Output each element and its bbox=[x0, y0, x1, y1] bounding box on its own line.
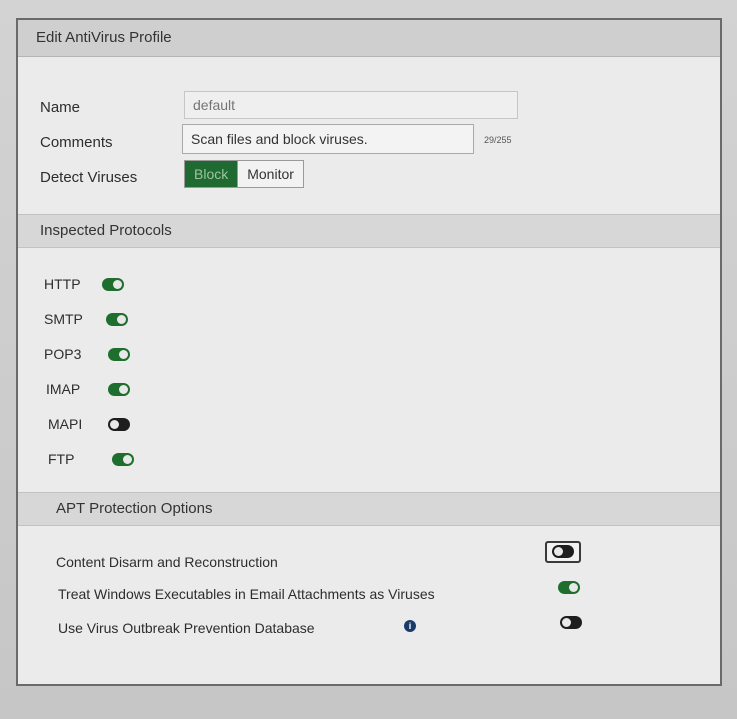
protocol-label-smtp: SMTP bbox=[44, 311, 83, 327]
apt-label-virus-outbreak-prevention: Use Virus Outbreak Prevention Database bbox=[58, 620, 315, 636]
smtp-toggle[interactable] bbox=[106, 313, 128, 326]
inspected-protocols-header: Inspected Protocols bbox=[18, 214, 720, 248]
pop3-toggle[interactable] bbox=[108, 348, 130, 361]
block-button[interactable]: Block bbox=[185, 161, 238, 187]
comments-label: Comments bbox=[40, 134, 113, 151]
name-label: Name bbox=[40, 99, 81, 116]
virus-outbreak-prevention-toggle[interactable] bbox=[560, 616, 582, 629]
apt-label-content-disarm: Content Disarm and Reconstruction bbox=[56, 554, 278, 570]
toggle-knob bbox=[110, 420, 119, 429]
content-disarm-toggle[interactable] bbox=[552, 545, 574, 558]
mapi-toggle[interactable] bbox=[108, 418, 130, 431]
toggle-knob bbox=[119, 385, 128, 394]
info-icon[interactable]: i bbox=[404, 620, 416, 632]
detect-viruses-label: Detect Viruses bbox=[40, 169, 138, 186]
imap-toggle[interactable] bbox=[108, 383, 130, 396]
protocol-label-ftp: FTP bbox=[48, 451, 75, 467]
toggle-knob bbox=[123, 455, 132, 464]
edit-antivirus-profile-dialog: Edit AntiVirus Profile Name Comments 29/… bbox=[16, 18, 722, 686]
protocol-label-http: HTTP bbox=[44, 276, 81, 292]
toggle-knob bbox=[554, 547, 563, 556]
monitor-button[interactable]: Monitor bbox=[237, 161, 303, 187]
protocol-label-mapi: MAPI bbox=[48, 416, 83, 432]
toggle-knob bbox=[117, 315, 126, 324]
detect-viruses-selector: Block Monitor bbox=[184, 160, 304, 188]
dialog-title: Edit AntiVirus Profile bbox=[18, 20, 720, 57]
ftp-toggle[interactable] bbox=[112, 453, 134, 466]
apt-protection-options-header: APT Protection Options bbox=[18, 492, 720, 526]
http-toggle[interactable] bbox=[102, 278, 124, 291]
name-field[interactable] bbox=[184, 91, 518, 119]
toggle-knob bbox=[113, 280, 122, 289]
toggle-knob bbox=[562, 618, 571, 627]
protocol-label-pop3: POP3 bbox=[44, 346, 82, 362]
comments-field[interactable] bbox=[182, 124, 474, 154]
toggle-knob bbox=[569, 583, 578, 592]
protocol-label-imap: IMAP bbox=[46, 381, 81, 397]
treat-windows-executables-toggle[interactable] bbox=[558, 581, 580, 594]
apt-label-treat-windows-executables: Treat Windows Executables in Email Attac… bbox=[58, 586, 435, 602]
comments-character-counter: 29/255 bbox=[484, 135, 512, 145]
toggle-knob bbox=[119, 350, 128, 359]
